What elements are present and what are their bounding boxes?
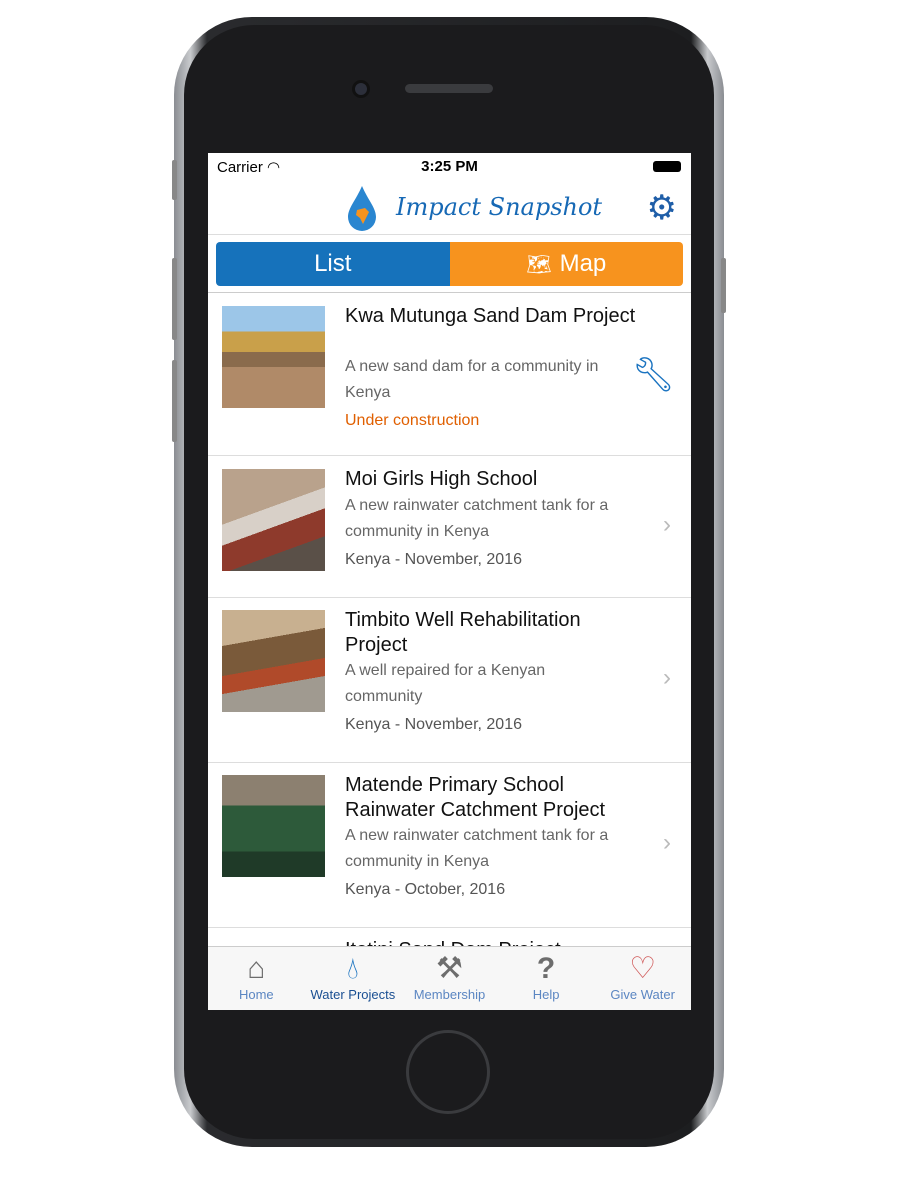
project-date: Kenya - November, 2016 <box>345 551 522 568</box>
project-thumbnail <box>222 306 325 408</box>
front-camera <box>352 80 370 98</box>
map-icon: 🗺︎ <box>526 253 552 276</box>
tab-label: Give Water <box>610 987 675 1002</box>
home-button[interactable] <box>406 1030 490 1114</box>
tab-label: Help <box>532 987 560 1002</box>
tab-help[interactable]: ? Help <box>498 947 595 1010</box>
project-description: A new sand dam for a community in Kenya <box>345 358 599 401</box>
list-tab-label: List <box>314 250 352 277</box>
project-description: A well repaired for a Kenyan community <box>345 662 546 705</box>
battery-icon <box>653 161 681 172</box>
project-thumbnail <box>222 469 325 571</box>
tab-bar: ⌂ Home 💧︎ Water Projects ⚒ Membership ? Help… <box>208 946 691 1010</box>
tools-icon: ⚒ <box>436 952 463 985</box>
tab-membership[interactable]: ⚒ Membership <box>401 947 498 1010</box>
app-screen: Carrier ◠ 3:25 PM Impact Snapshot ⚙ List… <box>208 153 691 1010</box>
project-row[interactable]: Timbito Well Rehabilitation Project A we… <box>208 598 691 763</box>
project-title: Kwa Mutunga Sand Dam Project <box>345 305 636 327</box>
heart-icon: ♡ <box>629 952 657 985</box>
chevron-right-icon: › <box>663 664 671 691</box>
tab-label: Home <box>238 987 274 1002</box>
project-description: A new rainwater catchment tank for a com… <box>345 497 609 540</box>
status-time: 3:25 PM <box>421 158 478 175</box>
chevron-right-icon: › <box>663 829 671 856</box>
project-thumbnail <box>222 610 325 712</box>
map-tab-label: Map <box>559 250 607 277</box>
question-icon: ? <box>536 952 556 985</box>
list-tab[interactable]: List <box>216 242 450 286</box>
app-title: Impact Snapshot <box>396 193 603 221</box>
volume-up-button <box>172 258 177 340</box>
project-row[interactable]: Moi Girls High School A new rainwater ca… <box>208 456 691 598</box>
project-date: Kenya - November, 2016 <box>345 716 522 733</box>
project-title: Timbito Well Rehabilitation Project <box>345 609 581 656</box>
home-icon: ⌂ <box>247 952 266 985</box>
tab-give-water[interactable]: ♡ Give Water <box>594 947 691 1010</box>
project-status: Under construction <box>345 412 480 429</box>
chevron-right-icon: › <box>663 511 671 538</box>
tab-label: Membership <box>413 987 486 1002</box>
project-date: Kenya - October, 2016 <box>345 881 506 898</box>
view-segmented-control: List 🗺︎ Map <box>216 242 683 286</box>
project-thumbnail <box>222 775 325 877</box>
logo-drop-icon <box>348 186 376 231</box>
settings-gear-icon[interactable]: ⚙ <box>647 191 677 225</box>
project-description: A new rainwater catchment tank for a com… <box>345 827 609 870</box>
project-row[interactable]: Matende Primary School Rainwater Catchme… <box>208 763 691 928</box>
project-title: Moi Girls High School <box>345 468 538 490</box>
volume-down-button <box>172 360 177 442</box>
status-bar: Carrier ◠ 3:25 PM <box>208 153 691 181</box>
map-tab[interactable]: 🗺︎ Map <box>449 242 683 286</box>
project-row[interactable]: Kwa Mutunga Sand Dam Project A new sand … <box>208 293 691 456</box>
tab-label: Water Projects <box>310 987 396 1002</box>
tab-water-projects[interactable]: 💧︎ Water Projects <box>305 947 402 1010</box>
water-drop-icon: 💧︎ <box>346 952 359 985</box>
project-title: Matende Primary School Rainwater Catchme… <box>345 774 606 821</box>
tab-home[interactable]: ⌂ Home <box>208 947 305 1010</box>
app-header: Impact Snapshot ⚙ <box>208 181 691 235</box>
earpiece-speaker <box>405 84 493 93</box>
power-button <box>721 258 726 313</box>
wrench-icon[interactable]: 🔧︎ <box>632 355 675 395</box>
mute-switch <box>172 160 177 200</box>
